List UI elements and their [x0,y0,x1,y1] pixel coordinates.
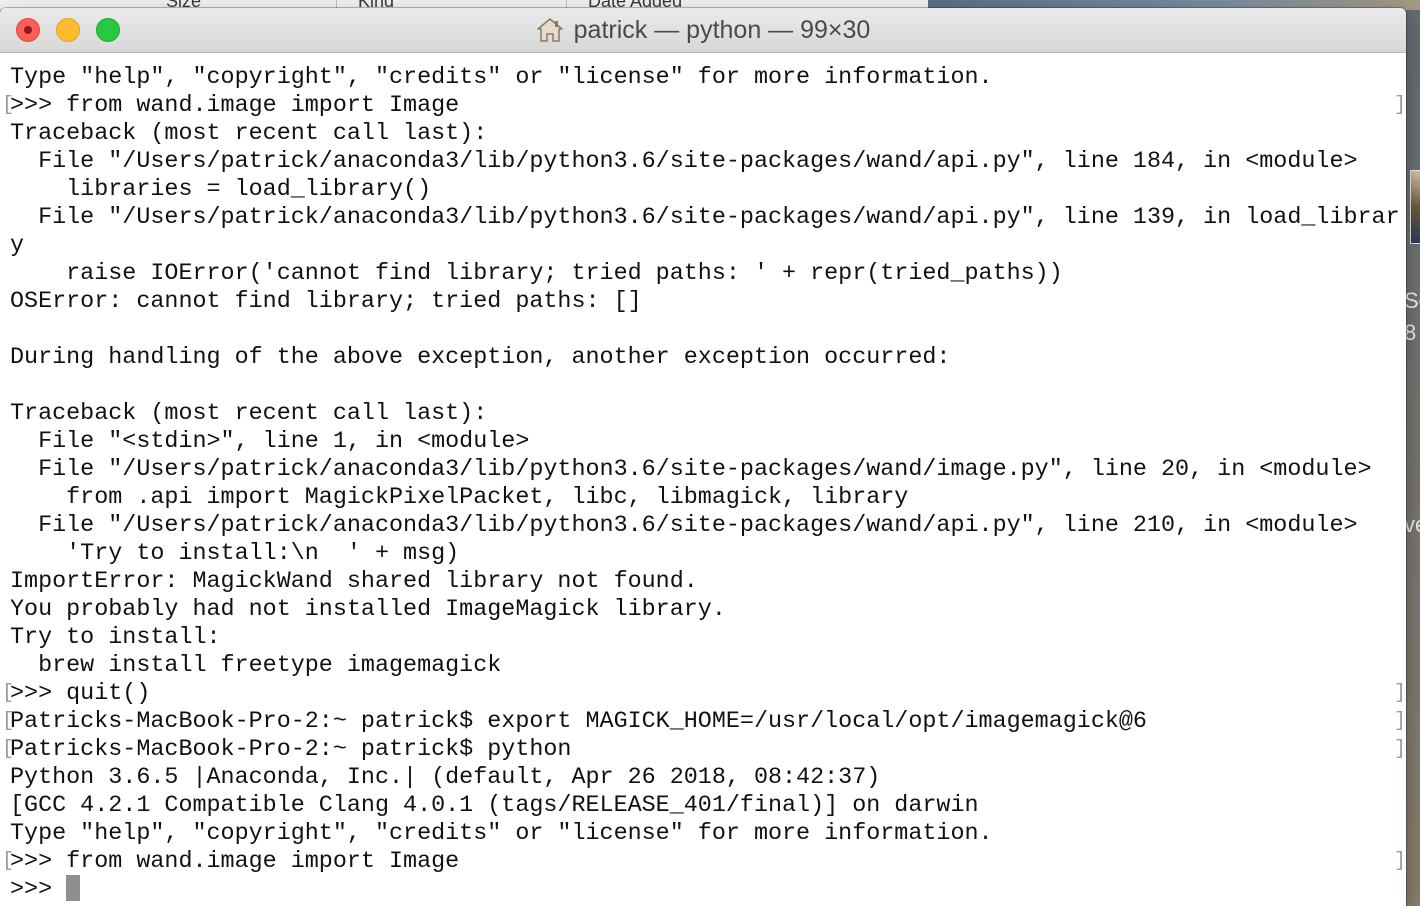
terminal-window: patrick — python — 99×30 Type "help", "c… [0,8,1406,906]
desktop-label-fragment: Sc [1404,288,1420,313]
terminal-line: >>> [10,877,67,903]
terminal-line: File "<stdin>", line 1, in <module> [10,429,530,455]
desktop-file-thumbnail[interactable] [1410,170,1420,244]
prompt-mark-right: ] [1394,710,1406,733]
terminal-line: y [10,233,25,259]
terminal-line: >>> from wand.image import Image [10,849,460,875]
window-title-area: patrick — python — 99×30 [0,8,1406,52]
prompt-mark-right: ] [1394,682,1406,705]
terminal-line: OSError: cannot find library; tried path… [10,289,642,315]
terminal-line: File "/Users/patrick/anaconda3/lib/pytho… [10,149,1358,175]
home-icon [536,18,563,42]
terminal-line: Traceback (most recent call last): [10,401,488,427]
prompt-mark-left: [ [2,710,15,733]
terminal-line: File "/Users/patrick/anaconda3/lib/pytho… [10,457,1372,483]
terminal-line: Patricks-MacBook-Pro-2:~ patrick$ export… [10,709,1147,735]
terminal-line: >>> from wand.image import Image [10,93,460,119]
terminal-line: [GCC 4.2.1 Compatible Clang 4.0.1 (tags/… [10,793,979,819]
terminal-line: Try to install: [10,625,221,651]
prompt-mark-left: [ [2,94,15,117]
terminal-line: brew install freetype imagemagick [10,653,502,679]
desktop-label-fragment: ve [1404,512,1420,537]
terminal-line: File "/Users/patrick/anaconda3/lib/pytho… [10,205,1400,231]
terminal-line: Traceback (most recent call last): [10,121,488,147]
terminal-line: Type "help", "copyright", "credits" or "… [10,65,993,91]
terminal-line: libraries = load_library() [10,177,432,203]
prompt-mark-left: [ [2,850,15,873]
terminal-line: 'Try to install:\n ' + msg) [10,541,460,567]
window-title: patrick — python — 99×30 [573,15,871,44]
terminal-content[interactable]: Type "help", "copyright", "credits" or "… [0,53,1406,906]
text-cursor [66,875,80,901]
prompt-mark-left: [ [2,682,15,705]
terminal-line: ImportError: MagickWand shared library n… [10,569,698,595]
terminal-line: Python 3.6.5 |Anaconda, Inc.| (default, … [10,765,881,791]
prompt-mark-left: [ [2,738,15,761]
terminal-line: File "/Users/patrick/anaconda3/lib/pytho… [10,513,1358,539]
terminal-line: You probably had not installed ImageMagi… [10,597,726,623]
terminal-line: raise IOError('cannot find library; trie… [10,261,1063,287]
terminal-line: Patricks-MacBook-Pro-2:~ patrick$ python [10,737,572,763]
terminal-line: from .api import MagickPixelPacket, libc… [10,485,909,511]
prompt-mark-right: ] [1394,850,1406,873]
prompt-mark-right: ] [1394,94,1406,117]
terminal-line: Type "help", "copyright", "credits" or "… [10,821,993,847]
terminal-line: >>> quit() [10,681,151,707]
terminal-line: During handling of the above exception, … [10,345,951,371]
prompt-mark-right: ] [1394,738,1406,761]
window-titlebar[interactable]: patrick — python — 99×30 [0,8,1406,53]
